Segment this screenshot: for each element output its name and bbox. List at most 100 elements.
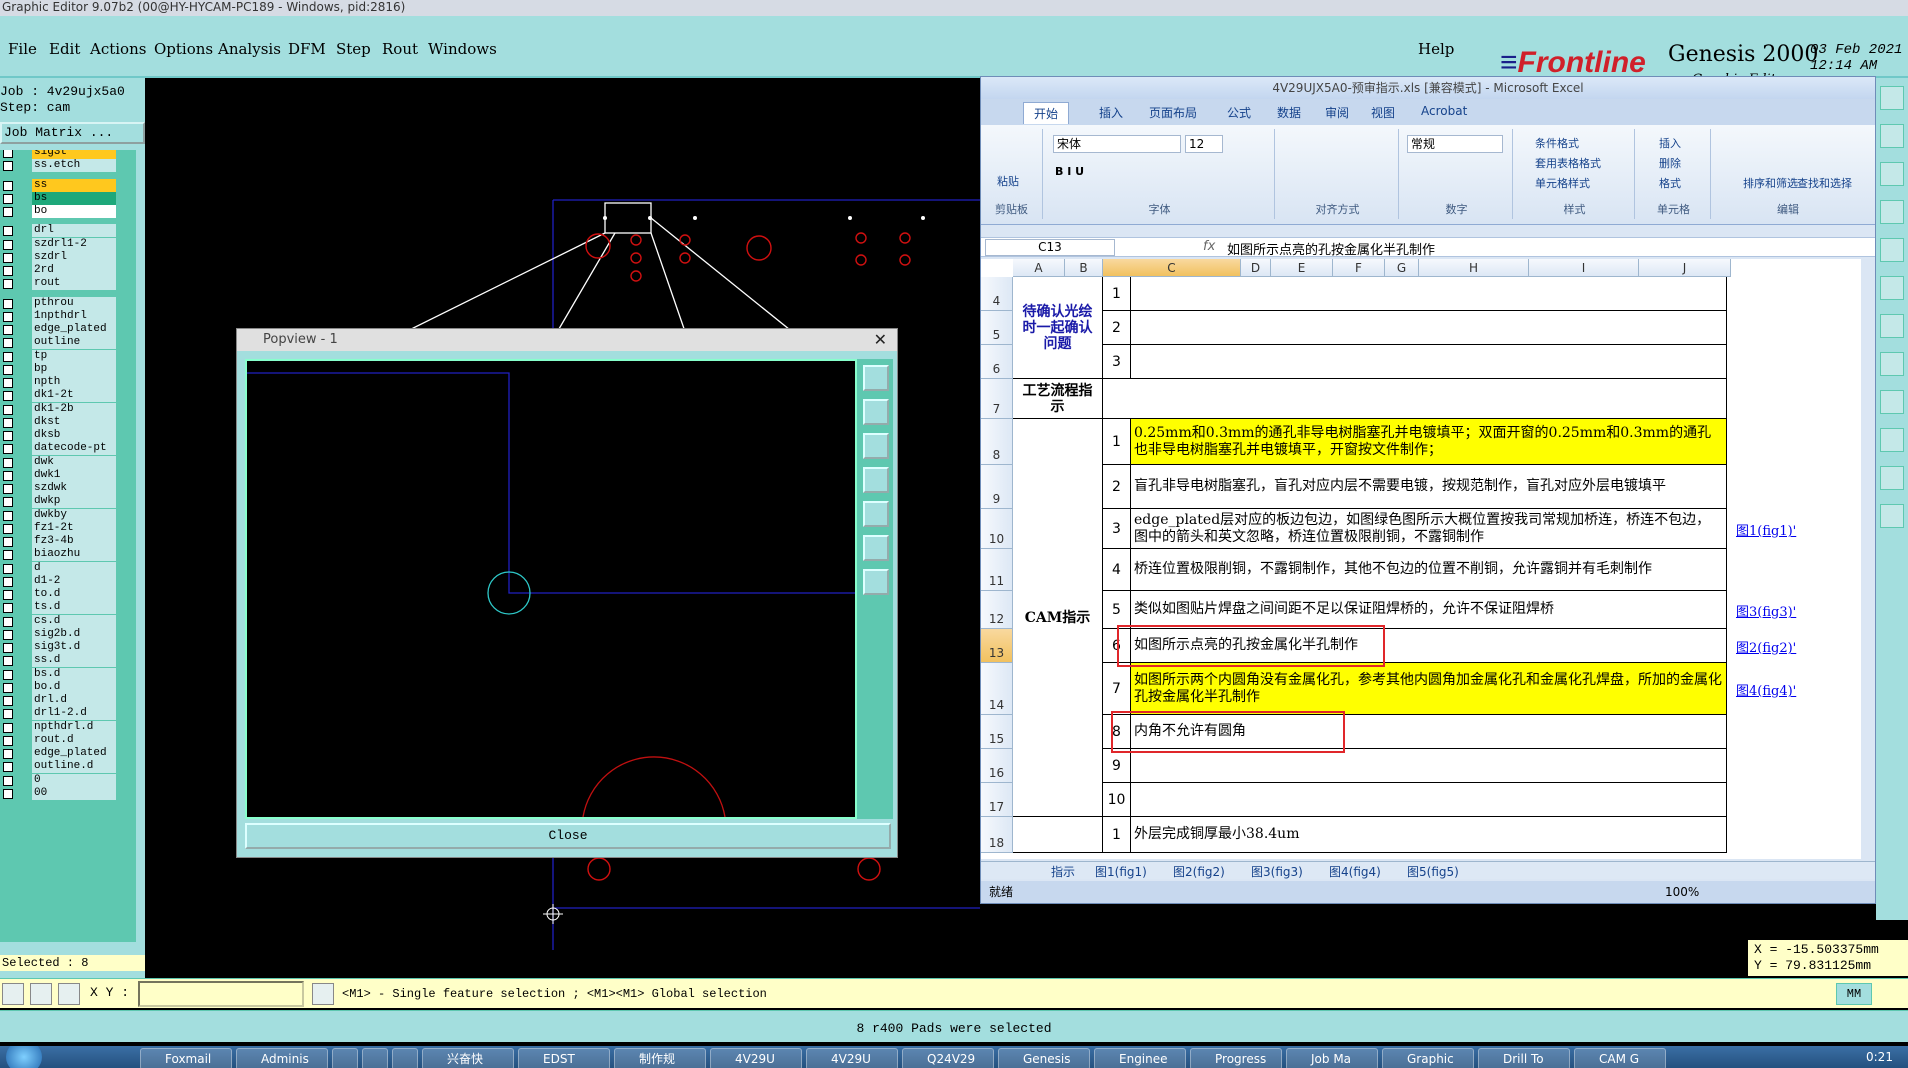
layer-row[interactable]: 0 [0,773,118,788]
sheet-tab[interactable]: 图1(fig1) [1095,863,1147,880]
tab-review[interactable]: 审阅 [1325,104,1349,121]
column-header[interactable]: D [1241,259,1271,277]
layer-checkbox[interactable] [3,722,13,733]
layer-checkbox[interactable] [3,762,13,773]
taskbar-item[interactable]: 制作规 [614,1048,706,1068]
window-controls[interactable] [1818,0,1908,16]
column-header[interactable]: J [1639,259,1731,277]
layer-checkbox[interactable] [3,351,13,362]
table-format-button[interactable]: 套用表格格式 [1535,155,1601,171]
layer-checkbox[interactable] [3,696,13,706]
layer-row[interactable]: drl1-2.d [0,707,118,721]
column-header[interactable]: B [1065,259,1103,277]
layer-checkbox[interactable] [3,497,13,508]
layer-row[interactable]: rout [0,277,118,291]
layer-row[interactable]: bo.d [0,680,118,695]
layer-checkbox[interactable] [3,523,13,534]
tool-icon[interactable] [1880,276,1904,300]
layer-row[interactable]: 2rd [0,264,118,278]
layer-checkbox[interactable] [3,444,13,455]
popview-tool-icon[interactable] [863,365,889,391]
menu-help[interactable]: Help [1418,40,1454,58]
layer-checkbox[interactable] [3,404,13,415]
layer-checkbox[interactable] [3,325,13,335]
row-header[interactable]: 7 [981,379,1013,419]
layer-row[interactable]: tp [0,349,118,364]
layer-checkbox[interactable] [3,266,13,276]
tab-page-layout[interactable]: 页面布局 [1149,104,1197,121]
layer-checkbox[interactable] [3,417,13,428]
row-header[interactable]: 15 [981,715,1013,749]
layer-row[interactable]: dwk [0,455,118,470]
layer-row[interactable]: outline [0,336,118,350]
layer-row[interactable]: sig2b.d [0,627,118,642]
instruction-cell[interactable] [1131,311,1727,345]
column-header[interactable]: H [1419,259,1529,277]
layer-row[interactable]: fz3-4b [0,535,118,549]
taskbar-item[interactable]: 4V29U [710,1048,802,1068]
tab-view[interactable]: 视图 [1371,104,1395,121]
popview-tool-icon[interactable] [863,433,889,459]
bold-icon[interactable]: B I U [1055,165,1084,178]
layer-row[interactable]: ss.etch [0,159,118,173]
formula-input[interactable]: 如图所示点亮的孔按金属化半孔制作 [1227,239,1435,258]
popview-tool-icon[interactable] [863,535,889,561]
row-header[interactable]: 18 [981,817,1013,853]
taskbar-item[interactable]: 兴奋快 [422,1048,514,1068]
layer-checkbox[interactable] [3,239,13,250]
popview-tool-icon[interactable] [863,399,889,425]
layer-checkbox[interactable] [3,279,13,290]
menu-dfm[interactable]: DFM [288,40,326,58]
spreadsheet-grid[interactable]: A B C D E F G H I J 4 5 6 7 8 9 10 11 12 13 14 15 16 17 18 待确认光绘时… [981,259,1861,859]
layer-checkbox[interactable] [3,510,13,521]
layer-row[interactable]: biaozhu [0,548,118,562]
layer-checkbox[interactable] [3,161,13,172]
layer-row[interactable]: 1npthdrl [0,309,118,324]
tool-icon[interactable] [1880,314,1904,338]
column-header[interactable]: G [1385,259,1419,277]
row-header[interactable]: 5 [981,311,1013,345]
layer-checkbox[interactable] [3,590,13,600]
menu-analysis[interactable]: Analysis [218,40,281,58]
instruction-cell[interactable] [1131,749,1727,783]
layer-checkbox[interactable] [3,775,13,786]
row-header[interactable]: 12 [981,591,1013,629]
layer-row[interactable]: bp [0,362,118,377]
layer-row[interactable]: drl.d [0,694,118,708]
layer-checkbox[interactable] [3,378,13,388]
layer-row[interactable]: drl [0,224,118,238]
layer-row[interactable]: bs.d [0,667,118,682]
layer-row[interactable]: edge_plated [0,747,118,761]
layer-row[interactable]: rout.d [0,733,118,748]
column-header[interactable]: A [1013,259,1065,277]
insert-cells-button[interactable]: 插入 [1659,135,1681,151]
layer-checkbox[interactable] [3,563,13,574]
row-header[interactable]: 9 [981,465,1013,509]
tool-icon[interactable] [1880,352,1904,376]
popview-close-button[interactable]: Close [245,823,891,849]
selection-tool-icon[interactable] [2,983,24,1005]
layer-checkbox[interactable] [3,629,13,640]
zoom-level[interactable]: 100% [1665,881,1699,903]
layer-row[interactable]: to.d [0,588,118,602]
taskbar-item[interactable]: 4V29U [806,1048,898,1068]
layer-row[interactable]: edge_plated [0,323,118,337]
tool-icon[interactable] [1880,86,1904,110]
units-button[interactable]: MM [1836,983,1872,1005]
tab-formulas[interactable]: 公式 [1227,104,1251,121]
layer-checkbox[interactable] [3,338,13,349]
tool-icon[interactable] [1880,238,1904,262]
popview-tool-icon[interactable] [863,501,889,527]
taskbar-item[interactable] [362,1048,388,1068]
cell-style-button[interactable]: 单元格样式 [1535,175,1590,191]
row-header[interactable]: 10 [981,509,1013,549]
sheet-tab[interactable]: 图2(fig2) [1173,863,1225,880]
layer-row[interactable]: szdrl1-2 [0,237,118,252]
fx-icon[interactable]: fx [1203,239,1215,254]
column-header[interactable]: I [1529,259,1639,277]
layer-row[interactable]: dkst [0,415,118,430]
taskbar-item[interactable]: Genesis [998,1048,1090,1068]
figure-link[interactable]: 图3(fig3)' [1736,601,1796,620]
conditional-format-button[interactable]: 条件格式 [1535,135,1579,151]
measure-tool-icon[interactable] [30,983,52,1005]
